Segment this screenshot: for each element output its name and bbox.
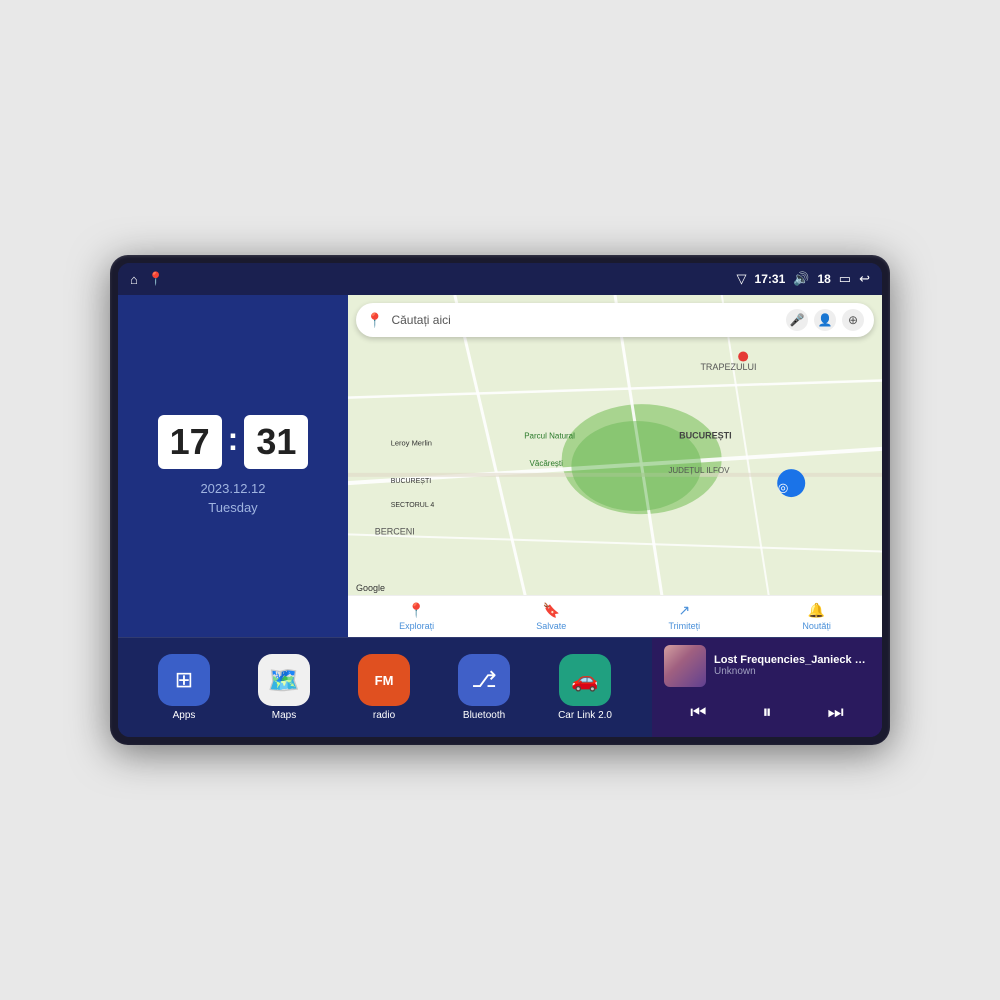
svg-text:BUCUREȘTI: BUCUREȘTI bbox=[391, 478, 432, 485]
bottom-section: ⊞ Apps 🗺️ Maps FM radio bbox=[118, 637, 882, 737]
carlink-icon-wrapper: 🚗 bbox=[559, 654, 611, 706]
top-section: 17 : 31 2023.12.12 Tuesday bbox=[118, 295, 882, 637]
volume-icon: 🔊 bbox=[793, 271, 809, 287]
svg-text:Leroy Merlin: Leroy Merlin bbox=[391, 438, 432, 447]
apps-icon: ⊞ bbox=[175, 667, 193, 693]
clock-separator: : bbox=[228, 421, 239, 458]
home-icon[interactable]: ⌂ bbox=[130, 272, 138, 287]
day-value: Tuesday bbox=[200, 498, 265, 518]
clock-widget: 17 : 31 2023.12.12 Tuesday bbox=[118, 295, 348, 637]
svg-text:JUDEȚUL ILFOV: JUDEȚUL ILFOV bbox=[668, 466, 730, 475]
radio-label: radio bbox=[373, 710, 395, 721]
share-label: Trimiteți bbox=[669, 621, 701, 631]
back-icon[interactable]: ↩ bbox=[859, 271, 870, 287]
map-tab-news[interactable]: 🔔 Noutăți bbox=[802, 602, 831, 631]
app-icons-area: ⊞ Apps 🗺️ Maps FM radio bbox=[118, 638, 652, 737]
map-widget: TRAPEZULUI BUCUREȘTI JUDEȚUL ILFOV BERCE… bbox=[348, 295, 882, 637]
map-bottom-bar: 📍 Explorați 🔖 Salvate ↗ Trimiteți 🔔 bbox=[348, 595, 882, 637]
map-tab-saved[interactable]: 🔖 Salvate bbox=[536, 602, 566, 631]
clock-status: 17:31 bbox=[755, 272, 786, 286]
explore-label: Explorați bbox=[399, 621, 434, 631]
maps-icon: 🗺️ bbox=[268, 665, 300, 696]
music-title: Lost Frequencies_Janieck Devy-... bbox=[714, 654, 870, 666]
map-tab-explore[interactable]: 📍 Explorați bbox=[399, 602, 434, 631]
car-display-device: ⌂ 📍 ▽ 17:31 🔊 18 ▭ ↩ 17 : bbox=[110, 255, 890, 745]
maps-pin-icon[interactable]: 📍 bbox=[148, 271, 164, 287]
carlink-icon: 🚗 bbox=[571, 667, 598, 693]
music-details: Lost Frequencies_Janieck Devy-... Unknow… bbox=[714, 654, 870, 677]
svg-text:Parcul Natural: Parcul Natural bbox=[524, 432, 575, 441]
music-artist: Unknown bbox=[714, 666, 870, 677]
apps-label: Apps bbox=[173, 710, 196, 721]
maps-label: Maps bbox=[272, 710, 296, 721]
battery-level: 18 bbox=[817, 272, 830, 286]
play-pause-button[interactable]: ⏸ bbox=[749, 695, 785, 731]
account-icon[interactable]: 👤 bbox=[814, 309, 836, 331]
share-icon: ↗ bbox=[678, 602, 690, 619]
voice-search-icon[interactable]: 🎤 bbox=[786, 309, 808, 331]
saved-label: Salvate bbox=[536, 621, 566, 631]
map-search-placeholder[interactable]: Căutați aici bbox=[391, 313, 778, 327]
layers-icon[interactable]: ⊕ bbox=[842, 309, 864, 331]
clock-minute: 31 bbox=[244, 415, 308, 469]
battery-icon: ▭ bbox=[839, 271, 851, 287]
maps-icon-wrapper: 🗺️ bbox=[258, 654, 310, 706]
radio-icon-wrapper: FM bbox=[358, 654, 410, 706]
svg-text:Văcărești: Văcărești bbox=[530, 459, 564, 468]
app-icon-maps[interactable]: 🗺️ Maps bbox=[258, 654, 310, 721]
saved-icon: 🔖 bbox=[543, 602, 560, 619]
google-attribution: Google bbox=[356, 583, 385, 593]
screen: ⌂ 📍 ▽ 17:31 🔊 18 ▭ ↩ 17 : bbox=[118, 263, 882, 737]
map-search-bar[interactable]: 📍 Căutați aici 🎤 👤 ⊕ bbox=[356, 303, 874, 337]
signal-icon: ▽ bbox=[737, 271, 747, 287]
music-info: Lost Frequencies_Janieck Devy-... Unknow… bbox=[664, 645, 870, 687]
bluetooth-label: Bluetooth bbox=[463, 710, 505, 721]
svg-text:◎: ◎ bbox=[778, 481, 788, 495]
app-icon-radio[interactable]: FM radio bbox=[358, 654, 410, 721]
svg-text:TRAPEZULUI: TRAPEZULUI bbox=[700, 362, 756, 372]
music-controls: ⏮ ⏸ ⏭ bbox=[664, 695, 870, 731]
radio-icon: FM bbox=[375, 673, 394, 688]
date-value: 2023.12.12 bbox=[200, 479, 265, 499]
status-bar: ⌂ 📍 ▽ 17:31 🔊 18 ▭ ↩ bbox=[118, 263, 882, 295]
app-icon-apps[interactable]: ⊞ Apps bbox=[158, 654, 210, 721]
clock-hour: 17 bbox=[158, 415, 222, 469]
clock-date: 2023.12.12 Tuesday bbox=[200, 479, 265, 518]
music-widget: Lost Frequencies_Janieck Devy-... Unknow… bbox=[652, 638, 882, 737]
main-content: 17 : 31 2023.12.12 Tuesday bbox=[118, 295, 882, 737]
map-background: TRAPEZULUI BUCUREȘTI JUDEȚUL ILFOV BERCE… bbox=[348, 295, 882, 637]
svg-text:BUCUREȘTI: BUCUREȘTI bbox=[679, 431, 732, 441]
news-icon: 🔔 bbox=[808, 602, 825, 619]
prev-track-button[interactable]: ⏮ bbox=[680, 695, 716, 731]
map-tab-share[interactable]: ↗ Trimiteți bbox=[669, 602, 701, 631]
apps-icon-wrapper: ⊞ bbox=[158, 654, 210, 706]
clock-display: 17 : 31 bbox=[158, 415, 309, 469]
music-thumbnail-image bbox=[664, 645, 706, 687]
map-pin-icon: 📍 bbox=[366, 312, 383, 329]
bluetooth-icon: ⎇ bbox=[471, 667, 496, 693]
explore-icon: 📍 bbox=[408, 602, 425, 619]
news-label: Noutăți bbox=[802, 621, 831, 631]
carlink-label: Car Link 2.0 bbox=[558, 710, 612, 721]
svg-text:SECTORUL 4: SECTORUL 4 bbox=[391, 502, 435, 509]
next-track-button[interactable]: ⏭ bbox=[818, 695, 854, 731]
svg-text:BERCENI: BERCENI bbox=[375, 526, 415, 536]
bluetooth-icon-wrapper: ⎇ bbox=[458, 654, 510, 706]
status-right-info: ▽ 17:31 🔊 18 ▭ ↩ bbox=[737, 271, 870, 287]
status-left-icons: ⌂ 📍 bbox=[130, 271, 164, 287]
music-thumbnail bbox=[664, 645, 706, 687]
map-search-actions: 🎤 👤 ⊕ bbox=[786, 309, 864, 331]
app-icon-bluetooth[interactable]: ⎇ Bluetooth bbox=[458, 654, 510, 721]
app-icon-carlink[interactable]: 🚗 Car Link 2.0 bbox=[558, 654, 612, 721]
